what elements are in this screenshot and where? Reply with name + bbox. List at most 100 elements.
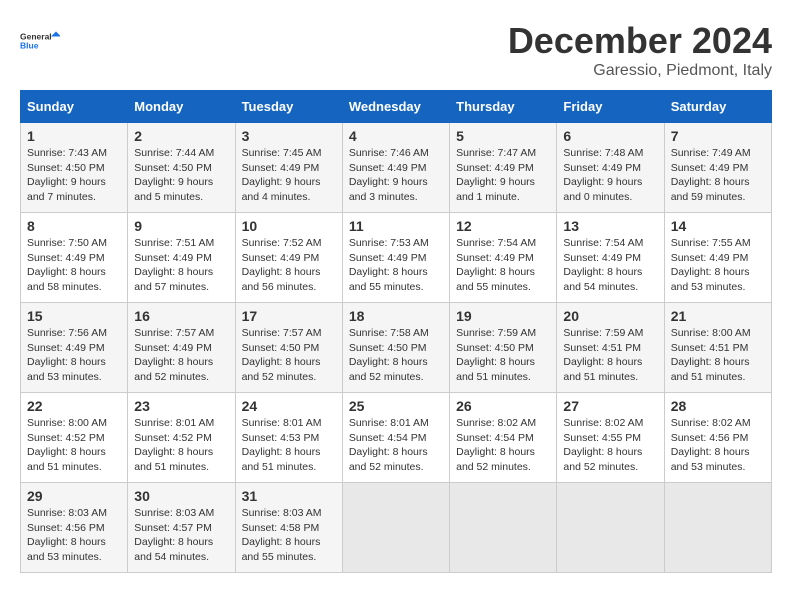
header: General Blue December 2024 Garessio, Pie… xyxy=(20,20,772,80)
subtitle: Garessio, Piedmont, Italy xyxy=(508,62,772,80)
day-info: Sunset: 4:49 PM xyxy=(134,251,228,266)
day-number: 20 xyxy=(563,308,657,324)
day-info: Daylight: 8 hours and 51 minutes. xyxy=(242,445,336,474)
calendar-cell: 29 Sunrise: 8:03 AMSunset: 4:56 PMDayligh… xyxy=(21,483,128,573)
calendar-header-wednesday: Wednesday xyxy=(342,91,449,123)
day-info: Daylight: 8 hours and 52 minutes. xyxy=(134,355,228,384)
calendar-cell: 22Sunrise: 8:00 AMSunset: 4:52 PMDayligh… xyxy=(21,393,128,483)
day-number: 12 xyxy=(456,218,550,234)
calendar-cell: 26Sunrise: 8:02 AMSunset: 4:54 PMDayligh… xyxy=(450,393,557,483)
day-info: Sunrise: 7:52 AM xyxy=(242,236,336,251)
day-info: Sunset: 4:51 PM xyxy=(563,341,657,356)
day-info: Sunrise: 7:47 AM xyxy=(456,146,550,161)
day-number: 11 xyxy=(349,218,443,234)
day-info: Sunrise: 7:46 AM xyxy=(349,146,443,161)
day-info: Sunrise: 8:03 AM xyxy=(27,506,121,521)
calendar-cell: 12Sunrise: 7:54 AMSunset: 4:49 PMDayligh… xyxy=(450,213,557,303)
calendar-week-row: 8Sunrise: 7:50 AMSunset: 4:49 PMDaylight… xyxy=(21,213,772,303)
calendar-cell: 23Sunrise: 8:01 AMSunset: 4:52 PMDayligh… xyxy=(128,393,235,483)
day-info: Sunrise: 7:59 AM xyxy=(456,326,550,341)
calendar-cell: 1Sunrise: 7:43 AMSunset: 4:50 PMDaylight… xyxy=(21,123,128,213)
day-number: 21 xyxy=(671,308,765,324)
day-info: Daylight: 8 hours and 55 minutes. xyxy=(456,265,550,294)
day-info: Daylight: 8 hours and 52 minutes. xyxy=(349,445,443,474)
day-number: 4 xyxy=(349,128,443,144)
calendar-header-row: SundayMondayTuesdayWednesdayThursdayFrid… xyxy=(21,91,772,123)
day-number: 13 xyxy=(563,218,657,234)
day-number: 5 xyxy=(456,128,550,144)
calendar-cell: 27Sunrise: 8:02 AMSunset: 4:55 PMDayligh… xyxy=(557,393,664,483)
logo: General Blue xyxy=(20,20,60,62)
day-info: Sunrise: 8:01 AM xyxy=(349,416,443,431)
day-info: Daylight: 8 hours and 54 minutes. xyxy=(563,265,657,294)
day-number: 16 xyxy=(134,308,228,324)
calendar-header-friday: Friday xyxy=(557,91,664,123)
calendar-cell: 4Sunrise: 7:46 AMSunset: 4:49 PMDaylight… xyxy=(342,123,449,213)
logo-svg: General Blue xyxy=(20,20,60,62)
day-info: Sunrise: 7:51 AM xyxy=(134,236,228,251)
calendar-cell: 28Sunrise: 8:02 AMSunset: 4:56 PMDayligh… xyxy=(664,393,771,483)
calendar-week-row: 1Sunrise: 7:43 AMSunset: 4:50 PMDaylight… xyxy=(21,123,772,213)
day-info: Sunset: 4:56 PM xyxy=(27,521,121,536)
calendar-cell: 24Sunrise: 8:01 AMSunset: 4:53 PMDayligh… xyxy=(235,393,342,483)
day-info: Daylight: 9 hours and 0 minutes. xyxy=(563,175,657,204)
day-info: Sunset: 4:58 PM xyxy=(242,521,336,536)
day-info: Sunset: 4:49 PM xyxy=(349,251,443,266)
day-info: Daylight: 8 hours and 53 minutes. xyxy=(27,535,121,564)
day-number: 19 xyxy=(456,308,550,324)
day-info: Daylight: 8 hours and 51 minutes. xyxy=(134,445,228,474)
day-info: Sunset: 4:51 PM xyxy=(671,341,765,356)
calendar-cell: 8Sunrise: 7:50 AMSunset: 4:49 PMDaylight… xyxy=(21,213,128,303)
day-info: Sunrise: 7:50 AM xyxy=(27,236,121,251)
day-info: Sunset: 4:49 PM xyxy=(456,251,550,266)
calendar-week-row: 22Sunrise: 8:00 AMSunset: 4:52 PMDayligh… xyxy=(21,393,772,483)
day-info: Sunset: 4:57 PM xyxy=(134,521,228,536)
day-info: Daylight: 9 hours and 7 minutes. xyxy=(27,175,121,204)
day-info: Sunset: 4:49 PM xyxy=(563,161,657,176)
day-info: Sunset: 4:49 PM xyxy=(671,161,765,176)
day-info: Sunset: 4:56 PM xyxy=(671,431,765,446)
day-info: Sunrise: 7:54 AM xyxy=(563,236,657,251)
day-info: Sunset: 4:54 PM xyxy=(456,431,550,446)
day-info: Sunrise: 7:44 AM xyxy=(134,146,228,161)
day-number: 7 xyxy=(671,128,765,144)
day-info: Sunrise: 8:01 AM xyxy=(242,416,336,431)
calendar-week-row: 15Sunrise: 7:56 AMSunset: 4:49 PMDayligh… xyxy=(21,303,772,393)
day-number: 18 xyxy=(349,308,443,324)
day-info: Sunrise: 7:57 AM xyxy=(242,326,336,341)
day-info: Daylight: 8 hours and 51 minutes. xyxy=(456,355,550,384)
calendar-cell: 31Sunrise: 8:03 AMSunset: 4:58 PMDayligh… xyxy=(235,483,342,573)
day-info: Daylight: 9 hours and 3 minutes. xyxy=(349,175,443,204)
day-info: Sunset: 4:50 PM xyxy=(349,341,443,356)
day-number: 29 xyxy=(27,488,121,504)
day-info: Sunset: 4:50 PM xyxy=(242,341,336,356)
day-info: Sunset: 4:49 PM xyxy=(27,341,121,356)
day-info: Sunrise: 7:48 AM xyxy=(563,146,657,161)
day-info: Sunrise: 8:03 AM xyxy=(242,506,336,521)
day-info: Daylight: 8 hours and 52 minutes. xyxy=(563,445,657,474)
day-number: 25 xyxy=(349,398,443,414)
calendar-cell: 14Sunrise: 7:55 AMSunset: 4:49 PMDayligh… xyxy=(664,213,771,303)
day-number: 1 xyxy=(27,128,121,144)
day-number: 10 xyxy=(242,218,336,234)
calendar-cell: 20Sunrise: 7:59 AMSunset: 4:51 PMDayligh… xyxy=(557,303,664,393)
calendar-cell: 19 Sunrise: 7:59 AMSunset: 4:50 PMDayligh… xyxy=(450,303,557,393)
day-number: 9 xyxy=(134,218,228,234)
day-info: Daylight: 8 hours and 51 minutes. xyxy=(671,355,765,384)
day-info: Sunrise: 8:02 AM xyxy=(456,416,550,431)
day-info: Daylight: 8 hours and 59 minutes. xyxy=(671,175,765,204)
calendar-cell: 11Sunrise: 7:53 AMSunset: 4:49 PMDayligh… xyxy=(342,213,449,303)
calendar-cell xyxy=(450,483,557,573)
calendar-header-thursday: Thursday xyxy=(450,91,557,123)
day-info: Daylight: 8 hours and 53 minutes. xyxy=(27,355,121,384)
day-number: 27 xyxy=(563,398,657,414)
day-number: 17 xyxy=(242,308,336,324)
day-info: Daylight: 8 hours and 52 minutes. xyxy=(349,355,443,384)
day-info: Sunrise: 7:55 AM xyxy=(671,236,765,251)
day-info: Daylight: 8 hours and 55 minutes. xyxy=(349,265,443,294)
day-number: 14 xyxy=(671,218,765,234)
day-info: Sunset: 4:50 PM xyxy=(456,341,550,356)
calendar-cell: 16Sunrise: 7:57 AMSunset: 4:49 PMDayligh… xyxy=(128,303,235,393)
day-info: Sunrise: 7:57 AM xyxy=(134,326,228,341)
calendar-cell xyxy=(557,483,664,573)
